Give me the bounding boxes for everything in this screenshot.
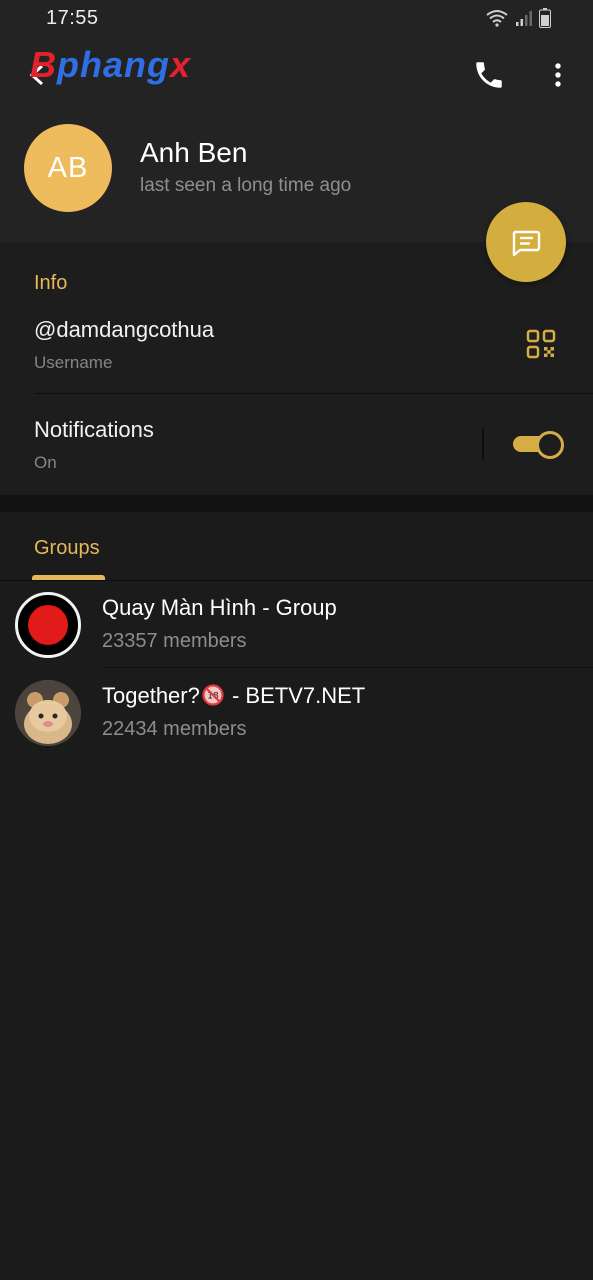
- profile-name: Anh Ben: [140, 137, 248, 168]
- username-label: Username: [34, 353, 113, 372]
- group-members: 22434 members: [102, 718, 247, 740]
- group-name[interactable]: Together? 18 - BETV7.NET: [102, 683, 365, 709]
- message-button[interactable]: [486, 202, 566, 282]
- notifications-value: On: [34, 453, 57, 472]
- info-title: Info: [34, 272, 68, 294]
- section-separator: [0, 495, 593, 512]
- record-icon[interactable]: [15, 592, 81, 658]
- username-value[interactable]: @damdangcothua: [34, 317, 214, 343]
- status-bar: 17:55: [0, 0, 593, 36]
- cat-photo-icon: [15, 680, 81, 746]
- signal-icon: [516, 11, 532, 26]
- group-name-text: Together?: [102, 683, 200, 708]
- record-dot: [28, 605, 68, 645]
- more-options-icon[interactable]: [546, 58, 570, 92]
- notifications-toggle[interactable]: [513, 430, 564, 459]
- group-name[interactable]: Quay Màn Hình - Group: [102, 595, 337, 621]
- group-avatar-photo[interactable]: [15, 680, 81, 746]
- tab-groups[interactable]: Groups: [34, 537, 100, 560]
- group-divider: [102, 667, 593, 668]
- status-icons: [485, 7, 551, 29]
- status-time: 17:55: [46, 7, 99, 29]
- qr-code-icon[interactable]: [526, 329, 556, 359]
- battery-icon: [539, 8, 551, 28]
- watermark-logo: Bphangx: [30, 44, 192, 85]
- no-under-18-icon: 18: [202, 684, 224, 706]
- last-seen-status: last seen a long time ago: [140, 175, 352, 196]
- notifications-label[interactable]: Notifications: [34, 417, 154, 443]
- group-name-suffix: - BETV7.NET: [225, 683, 366, 708]
- toggle-knob: [536, 431, 564, 459]
- wifi-icon: [486, 10, 508, 27]
- toggle-separator: [482, 428, 484, 460]
- profile-avatar[interactable]: AB: [24, 124, 112, 212]
- group-members: 23357 members: [102, 630, 247, 652]
- avatar-initials: AB: [47, 151, 89, 184]
- phone-icon[interactable]: [472, 58, 506, 92]
- info-divider: [34, 393, 593, 394]
- tabs-divider: [0, 580, 593, 581]
- message-icon: [512, 230, 541, 257]
